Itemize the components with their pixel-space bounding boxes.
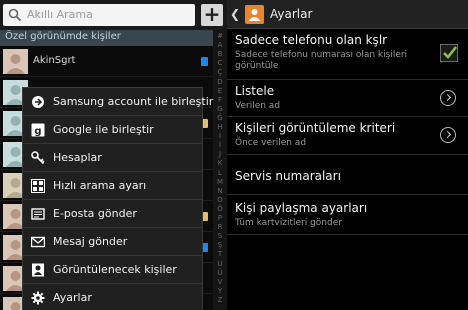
index-letter[interactable]: G (213, 105, 227, 113)
key-icon (31, 151, 45, 165)
index-letter[interactable]: V (213, 278, 227, 286)
menu-item-label: E-posta gönder (53, 207, 137, 220)
index-letter[interactable]: Z (213, 296, 227, 304)
settings-panel: ❮ Ayarlar Sadece telefonu olan kşlr Sade… (227, 0, 468, 310)
index-letter[interactable]: S (213, 232, 227, 240)
speed-dial-icon (31, 179, 45, 193)
index-letter[interactable]: E (213, 87, 227, 95)
setting-service-numbers[interactable]: Servis numaraları (227, 155, 468, 195)
index-letter[interactable]: M (213, 178, 227, 186)
contacts-panel: Akıllı Arama + Özel görünümde kişiler Ak… (0, 0, 227, 310)
setting-title: Servis numaraları (235, 169, 341, 183)
menu-item-google-merge[interactable]: g Google ile birleştir (23, 116, 202, 144)
index-letter[interactable]: H (213, 123, 227, 131)
index-letter[interactable]: Ö (213, 205, 227, 213)
setting-subtitle: Sadece telefonu numarası olan kişileri g… (235, 50, 408, 71)
svg-text:g: g (34, 126, 41, 137)
menu-item-contacts-to-display[interactable]: Görüntülenecek kişiler (23, 256, 202, 284)
title-bar: ❮ Ayarlar (227, 0, 468, 29)
google-icon: g (31, 123, 45, 137)
section-header: Özel görünümde kişiler (0, 30, 213, 46)
menu-item-label: Samsung account ile birleştir (53, 95, 214, 108)
message-icon (31, 236, 45, 248)
index-letter[interactable]: A (213, 41, 227, 49)
menu-item-send-message[interactable]: Mesaj gönder (23, 228, 202, 256)
menu-item-settings[interactable]: Ayarlar (23, 284, 202, 310)
setting-title: Kişi paylaşma ayarları (235, 201, 368, 215)
email-icon (31, 208, 45, 220)
index-letter[interactable]: K (213, 159, 227, 167)
index-letter[interactable]: # (213, 32, 227, 40)
setting-contact-sharing[interactable]: Kişi paylaşma ayarları Tüm kartvizitleri… (227, 195, 468, 235)
index-letter[interactable]: R (213, 223, 227, 231)
gear-icon (31, 291, 45, 305)
menu-item-label: Mesaj gönder (53, 235, 128, 248)
menu-item-label: Ayarlar (53, 291, 92, 304)
alphabet-index[interactable]: # A B C Ç D E F G Ğ H I İ J K L M N O Ö P R S Ş T U Ü V Y Z (213, 30, 227, 310)
menu-item-samsung-merge[interactable]: Samsung account ile birleştir (23, 88, 213, 116)
setting-list-by[interactable]: Listele Verilen ad (227, 80, 468, 117)
avatar (3, 49, 28, 74)
add-contact-button[interactable]: + (201, 4, 223, 26)
index-letter[interactable]: U (213, 260, 227, 268)
search-bar: Akıllı Arama + (0, 0, 227, 30)
setting-title: Sadece telefonu olan kşlr (235, 33, 388, 47)
setting-subtitle: Önce verilen ad (235, 138, 307, 148)
contact-card-icon (32, 263, 44, 277)
setting-only-with-phone[interactable]: Sadece telefonu olan kşlr Sadece telefon… (227, 30, 468, 80)
index-letter[interactable]: Ü (213, 269, 227, 277)
menu-item-label: Görüntülenecek kişiler (53, 263, 177, 276)
index-letter[interactable]: C (213, 59, 227, 67)
setting-subtitle: Tüm kartvizitleri gönder (235, 218, 342, 228)
index-letter[interactable]: Ç (213, 68, 227, 76)
section-header-label: Özel görünümde kişiler (5, 31, 121, 42)
index-letter[interactable]: Ğ (213, 114, 227, 122)
index-letter[interactable]: O (213, 196, 227, 204)
contact-row[interactable]: AkinSgrt (0, 46, 213, 77)
index-letter[interactable]: Ş (213, 241, 227, 249)
setting-subtitle: Verilen ad (235, 101, 281, 111)
index-letter[interactable]: J (213, 150, 227, 158)
menu-item-label: Hızlı arama ayarı (53, 179, 147, 192)
search-icon (8, 8, 22, 22)
contacts-app-icon (245, 5, 264, 24)
index-letter[interactable]: Y (213, 287, 227, 295)
options-menu: Samsung account ile birleştir g Google i… (22, 87, 213, 310)
index-letter[interactable]: T (213, 250, 227, 258)
menu-item-accounts[interactable]: Hesaplar (23, 144, 202, 172)
setting-title: Listele (235, 84, 275, 98)
menu-item-label: Hesaplar (53, 151, 102, 164)
index-letter[interactable]: L (213, 169, 227, 177)
checkmark-icon (443, 46, 458, 59)
index-letter[interactable]: N (213, 187, 227, 195)
chevron-right-icon (440, 127, 456, 143)
setting-display-criteria[interactable]: Kişileri görüntüleme kriteri Önce verile… (227, 117, 468, 155)
menu-item-speed-dial[interactable]: Hızlı arama ayarı (23, 172, 202, 200)
index-letter[interactable]: I (213, 132, 227, 140)
account-badge (201, 57, 208, 66)
chevron-right-icon (440, 90, 456, 106)
setting-title: Kişileri görüntüleme kriteri (235, 121, 396, 135)
index-letter[interactable]: B (213, 50, 227, 58)
back-chevron-icon[interactable]: ❮ (230, 7, 240, 21)
index-letter[interactable]: İ (213, 141, 227, 149)
search-input[interactable]: Akıllı Arama (3, 4, 195, 26)
only-with-phone-checkbox[interactable] (440, 44, 458, 62)
index-letter[interactable]: F (213, 96, 227, 104)
search-placeholder: Akıllı Arama (27, 8, 93, 21)
index-letter[interactable]: D (213, 78, 227, 86)
menu-item-label: Google ile birleştir (53, 123, 154, 136)
menu-item-send-email[interactable]: E-posta gönder (23, 200, 202, 228)
index-letter[interactable]: P (213, 214, 227, 222)
contact-name: AkinSgrt (33, 55, 76, 66)
link-icon (32, 96, 44, 108)
page-title: Ayarlar (270, 7, 313, 21)
